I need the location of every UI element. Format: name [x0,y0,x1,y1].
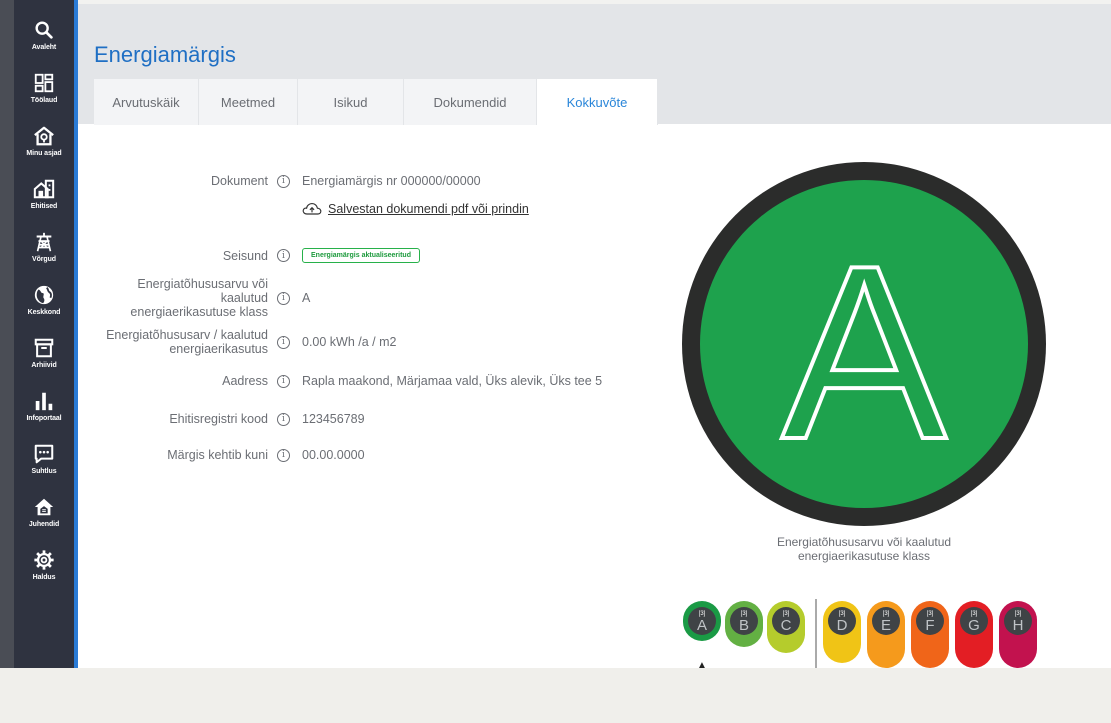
page-title: Energiamärgis [94,42,236,67]
energy-class-badge-fill: A [700,180,1028,508]
tab-dokumendid[interactable]: Dokumendid [404,79,537,125]
status-badge: Energiamärgis aktualiseeritud [302,248,420,263]
scale-class-c: [3]C [767,601,805,653]
info-icon[interactable]: i [277,174,290,188]
scale-class-b: [3]B [725,601,763,647]
info-icon[interactable]: i [277,412,290,426]
scale-class-letter: D [837,617,848,634]
cloud-upload-icon [302,202,322,215]
tab-arvutuskaik[interactable]: Arvutuskäik [94,79,199,125]
detail-row-address: Aadress i Rapla maakond, Märjamaa vald, … [78,374,602,388]
page-header: Energiamärgis Arvutuskäik Meetmed Isikud… [78,4,1111,125]
bar-chart-icon [35,392,53,410]
class-value: A [302,291,311,305]
sidebar-item-keskkond[interactable]: Keskkond [14,273,74,326]
document-value: Energiamärgis nr 000000/00000 [302,174,481,188]
valid-until-label: Märgis kehtib kuni [167,448,268,462]
detail-row-class: Energiatõhususarvu või kaalutud energiae… [78,277,310,319]
scale-class-a: [3]A [683,601,721,641]
number-value: 0.00 kWh /a / m2 [302,335,397,349]
info-icon[interactable]: i [277,374,290,388]
scale-class-letter: A [697,617,707,634]
sidebar-item-avaleht[interactable]: Avaleht [14,8,74,61]
sidebar-item-label: Juhendid [28,520,60,528]
scale-class-h: [3]H [999,601,1037,668]
page-bottom-edge [0,668,1111,723]
info-icon[interactable]: i [277,335,290,349]
scale-class-letter: F [925,617,934,634]
sidebar-item-toolaud[interactable]: Töölaud [14,61,74,114]
tab-meetmed[interactable]: Meetmed [199,79,298,125]
status-label: Seisund [222,248,268,263]
sidebar-item-label: Suhtlus [31,467,57,475]
detail-row-status: Seisund i Energiamärgis aktualiseeritud [78,248,420,263]
search-icon [35,20,53,39]
scale-class-letter: B [739,617,749,634]
detail-row-document: Dokument i Energiamärgis nr 000000/00000 [78,174,481,188]
tab-kokkuvote[interactable]: Kokkuvõte [537,79,658,125]
building-icon [33,179,55,198]
globe-icon [34,285,54,304]
number-label: Energiatõhususarv / kaalutud energiaerik… [106,328,268,356]
tab-bar: Arvutuskäik Meetmed Isikud Dokumendid Ko… [94,79,658,125]
sidebar-item-label: Haldus [32,573,56,581]
detail-row-number: Energiatõhususarv / kaalutud energiaerik… [78,328,396,356]
info-icon[interactable]: i [277,448,290,462]
document-label: Dokument [211,174,268,188]
sidebar-item-haldus[interactable]: Haldus [14,538,74,591]
scale-selected-marker: ▲ [697,660,707,668]
sidebar-item-label: Arhiivid [31,361,57,369]
address-label: Aadress [222,374,268,388]
registry-value: 123456789 [302,412,365,426]
gear-icon [34,549,54,570]
guide-house-icon [34,498,54,515]
main-content: Energiamärgis Arvutuskäik Meetmed Isikud… [78,4,1111,668]
detail-row-registry: Ehitisregistri kood i 123456789 [78,412,365,426]
energy-class-caption: Energiatõhususarvu või kaalutud energiae… [776,535,952,563]
sidebar-item-label: Ehitised [30,202,58,210]
scale-class-letter: H [1013,617,1024,634]
power-tower-icon [36,232,52,251]
class-label: Energiatõhususarvu või kaalutud energiae… [130,277,268,319]
scale-class-f: [3]F [911,601,949,668]
sidebar-item-juhendid[interactable]: Juhendid [14,485,74,538]
sidebar-item-vorgud[interactable]: Võrgud [14,220,74,273]
sidebar-item-label: Avaleht [31,43,57,51]
scale-class-d: [3]D [823,601,861,663]
scale-class-letter: C [781,617,792,634]
sidebar-item-minu-asjad[interactable]: Minu asjad [14,114,74,167]
sidebar-item-label: Minu asjad [26,149,62,157]
chat-icon [34,444,54,463]
detail-row-valid-until: Märgis kehtib kuni i 00.00.0000 [78,448,365,462]
scale-class-letter: E [881,617,891,634]
info-icon[interactable]: i [277,249,290,262]
sidebar-nav: Avaleht Töölaud Minu asjad Ehitised Võrg… [14,0,74,668]
scale-class-e: [3]E [867,601,905,668]
scale-class-g: [3]G [955,601,993,668]
sidebar-item-infoportaal[interactable]: Infoportaal [14,379,74,432]
pdf-download-link[interactable]: Salvestan dokumendi pdf või prindin [302,202,529,216]
info-icon[interactable]: i [277,291,290,305]
energy-class-badge-letter: A [779,211,948,493]
home-pin-icon [34,126,54,145]
address-value: Rapla maakond, Märjamaa vald, Üks alevik… [302,374,603,388]
archive-icon [34,338,54,357]
sidebar-item-label: Infoportaal [26,414,62,422]
energy-class-badge: A [682,162,1046,526]
registry-label: Ehitisregistri kood [169,412,268,426]
sidebar-item-label: Võrgud [32,255,56,263]
scale-class-letter: G [968,617,980,634]
tab-isikud[interactable]: Isikud [298,79,404,125]
window-frame-edge [0,0,14,668]
sidebar-item-label: Keskkond [27,308,61,316]
dashboard-icon [34,73,54,92]
sidebar-item-ehitised[interactable]: Ehitised [14,167,74,220]
sidebar-item-arhiivid[interactable]: Arhiivid [14,326,74,379]
sidebar-item-label: Töölaud [30,96,58,104]
sidebar-item-suhtlus[interactable]: Suhtlus [14,432,74,485]
svg-text:A: A [781,213,946,491]
pdf-link-text: Salvestan dokumendi pdf või prindin [328,202,529,216]
energy-class-scale: ▲ [3]A[3]B[3]C [3]D[3]E[3]F[3]G[3]H [683,599,1037,668]
valid-until-value: 00.00.0000 [302,448,365,462]
